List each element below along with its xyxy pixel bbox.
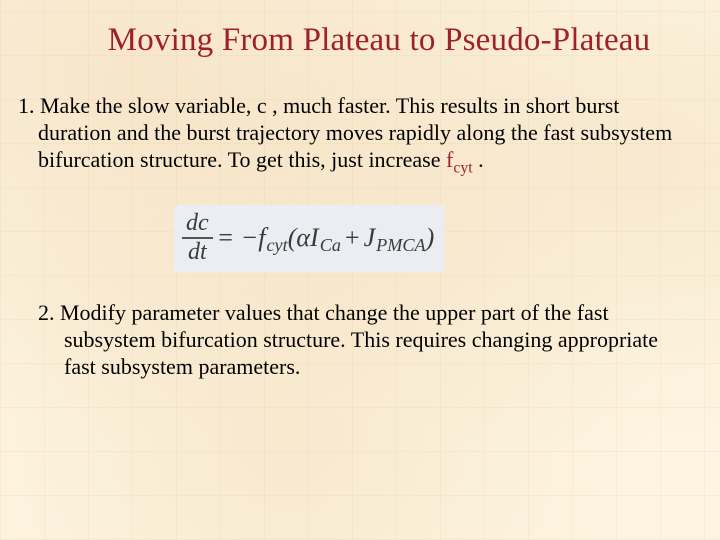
equation-container: dc dt = −fcyt(αICa+JPMCA) (174, 205, 694, 272)
fraction-dc-dt: dc dt (182, 211, 213, 264)
denominator: dt (182, 239, 213, 264)
item1-text-pre: Make the slow variable, c , much faster.… (35, 93, 673, 172)
J-var: J (364, 223, 376, 252)
equals: = (217, 223, 241, 252)
list-item-1: 1. Make the slow variable, c , much fast… (18, 93, 694, 173)
plus-sign: + (341, 223, 364, 252)
minus-sign: − (241, 223, 259, 252)
I-var: I (310, 223, 319, 252)
item1-text-post: . (473, 147, 484, 172)
item2-number: 2. (38, 300, 55, 325)
fcyt-sub: cyt (453, 159, 472, 176)
J-sub: PMCA (375, 235, 426, 255)
I-sub: Ca (319, 235, 341, 255)
equation-rhs: = −fcyt(αICa+JPMCA) (217, 223, 435, 253)
alpha: α (296, 223, 310, 252)
equation: dc dt = −fcyt(αICa+JPMCA) (174, 205, 444, 272)
slide-title: Moving From Plateau to Pseudo-Plateau (64, 22, 694, 59)
item1-number: 1. (18, 93, 35, 118)
item2-text: Modify parameter values that change the … (55, 300, 659, 379)
list-item-2: 2. Modify parameter values that change t… (18, 300, 694, 380)
numerator: dc (182, 211, 213, 238)
slide: Moving From Plateau to Pseudo-Plateau 1.… (0, 0, 720, 381)
rparen: ) (426, 223, 435, 252)
fcyt-highlight: fcyt (446, 147, 473, 172)
f-sub: cyt (265, 235, 287, 255)
